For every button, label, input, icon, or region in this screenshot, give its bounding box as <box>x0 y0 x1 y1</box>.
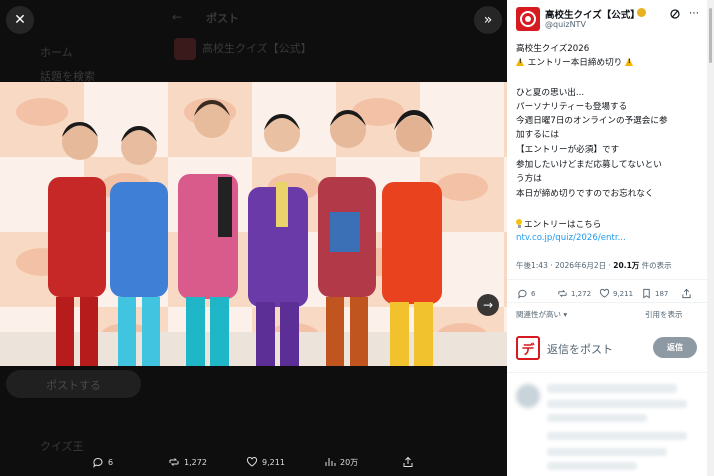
blurred-reply-text <box>547 462 637 470</box>
reply-button[interactable]: 6 <box>517 288 535 299</box>
collapse-panel-button[interactable]: » <box>474 6 502 34</box>
ghost-bottom-label: クイズ王 <box>40 440 84 453</box>
group-photo-illustration <box>0 82 507 366</box>
close-button[interactable]: ✕ <box>6 6 34 34</box>
reply-count: 6 <box>531 289 536 298</box>
reply-submit-button[interactable]: 返信 <box>653 337 697 358</box>
reply-input[interactable]: 返信をポスト <box>547 341 613 357</box>
reply-sort-dropdown[interactable]: 関連性が高い <box>516 309 567 320</box>
media-viewer: ← ポスト ホーム 話題を検索 高校生クイズ【公式】 ポストする クイズ王 ✕ … <box>0 0 507 476</box>
tweet-line-2-text: エントリー本日締め切り <box>527 58 623 68</box>
tweet-line-8: 参加したいけどまだ応募してないとい <box>516 160 662 170</box>
tweet-line-3: ひと夏の思い出... <box>516 88 585 98</box>
like-count: 9,211 <box>613 289 634 298</box>
tweet-view-count: 20.1万 <box>613 261 640 270</box>
blurred-reply-text <box>547 448 667 456</box>
bookmark-button[interactable]: 187 <box>641 288 668 299</box>
divider <box>507 372 707 373</box>
reply-icon <box>518 289 527 299</box>
divider <box>507 302 707 303</box>
repost-count: 1,272 <box>571 289 592 298</box>
chevron-double-right-icon: » <box>483 12 493 28</box>
share-icon <box>403 456 413 467</box>
tweet-line-1: 高校生クイズ2026 <box>516 44 590 54</box>
heart-icon <box>599 288 610 298</box>
share-icon <box>682 288 691 299</box>
tweet-detail-panel: 高校生クイズ【公式】 @quizNTV ⋯ 高校生クイズ2026 エントリー本日… <box>507 0 707 476</box>
viewer-repost-count: 1,272 <box>184 457 207 467</box>
account-handle[interactable]: @quizNTV <box>545 20 586 29</box>
viewer-reply-count: 6 <box>108 457 114 467</box>
tweet-line-7: 【エントリーが必須】です <box>516 145 620 155</box>
bar-chart-icon <box>325 458 336 466</box>
ghost-nav-home: ホーム <box>40 46 73 59</box>
tweet-line-5: 今週日曜7日のオンラインの予選会に参 <box>516 116 668 126</box>
warning-icon <box>516 58 525 66</box>
viewer-view-count: 20万 <box>340 457 359 467</box>
blurred-reply-text <box>547 414 647 422</box>
close-icon: ✕ <box>14 12 26 28</box>
more-options-icon[interactable]: ⋯ <box>689 8 699 19</box>
heart-icon <box>246 457 258 467</box>
ghost-post-button-label: ポストする <box>46 379 101 392</box>
entry-link[interactable]: ntv.co.jp/quiz/2026/entr... <box>516 233 626 243</box>
viewer-like-count: 9,211 <box>262 457 285 467</box>
next-image-button[interactable]: → <box>477 294 499 316</box>
viewer-like-button[interactable]: 9,211 <box>246 456 285 468</box>
bookmark-count: 187 <box>655 289 669 298</box>
like-button[interactable]: 9,211 <box>599 288 633 299</box>
light-bulb-icon <box>516 219 522 228</box>
viewer-views-button[interactable]: 20万 <box>324 456 358 468</box>
viewer-share-button[interactable] <box>402 456 414 468</box>
ghost-header-title: ポスト <box>206 12 239 25</box>
blurred-reply-text <box>547 400 687 408</box>
view-quotes-link[interactable]: 引用を表示 <box>645 309 683 320</box>
repost-icon <box>169 458 179 466</box>
divider <box>507 279 707 280</box>
grok-icon[interactable] <box>669 8 681 20</box>
tweet-line-11: エントリーはこちら <box>516 218 601 230</box>
repost-icon <box>558 289 567 298</box>
tweet-line-9: う方は <box>516 174 542 184</box>
arrow-right-icon: → <box>482 298 494 312</box>
tweet-line-2: エントリー本日締め切り <box>516 56 634 68</box>
media-photo[interactable]: → <box>0 82 507 366</box>
tweet-timestamp[interactable]: 午後1:43 · 2026年6月2日 · <box>516 261 613 270</box>
user-avatar: デ <box>516 336 540 360</box>
tweet-line-6: 加するには <box>516 130 559 140</box>
panel-scrollbar[interactable] <box>707 0 714 476</box>
viewer-repost-button[interactable]: 1,272 <box>168 456 207 468</box>
ghost-avatar <box>174 38 196 60</box>
tweet-meta: 午後1:43 · 2026年6月2日 · 20.1万 件の表示 <box>516 260 672 271</box>
warning-icon <box>625 58 634 66</box>
reply-icon <box>93 457 103 468</box>
blurred-reply-header <box>547 384 677 393</box>
bookmark-icon <box>643 288 650 299</box>
viewer-reply-button[interactable]: 6 <box>92 456 113 468</box>
panel-scrollbar-thumb[interactable] <box>709 8 712 63</box>
tweet-view-suffix: 件の表示 <box>639 261 672 270</box>
ghost-back-arrow: ← <box>172 10 183 24</box>
tweet-line-11-text: エントリーはこちら <box>524 220 602 230</box>
tweet-line-10: 本日が締め切りですのでお忘れなく <box>516 189 654 199</box>
verified-badge-icon <box>637 8 646 17</box>
account-avatar[interactable] <box>516 7 540 31</box>
repost-button[interactable]: 1,272 <box>557 288 591 299</box>
account-display-name[interactable]: 高校生クイズ【公式】 <box>545 7 640 21</box>
blurred-reply-text <box>547 432 687 440</box>
ghost-account-name: 高校生クイズ【公式】 <box>202 42 312 55</box>
share-button[interactable] <box>681 288 692 299</box>
tweet-line-4: パーソナリティーも登場する <box>516 102 628 112</box>
blurred-reply-avatar <box>516 384 540 408</box>
